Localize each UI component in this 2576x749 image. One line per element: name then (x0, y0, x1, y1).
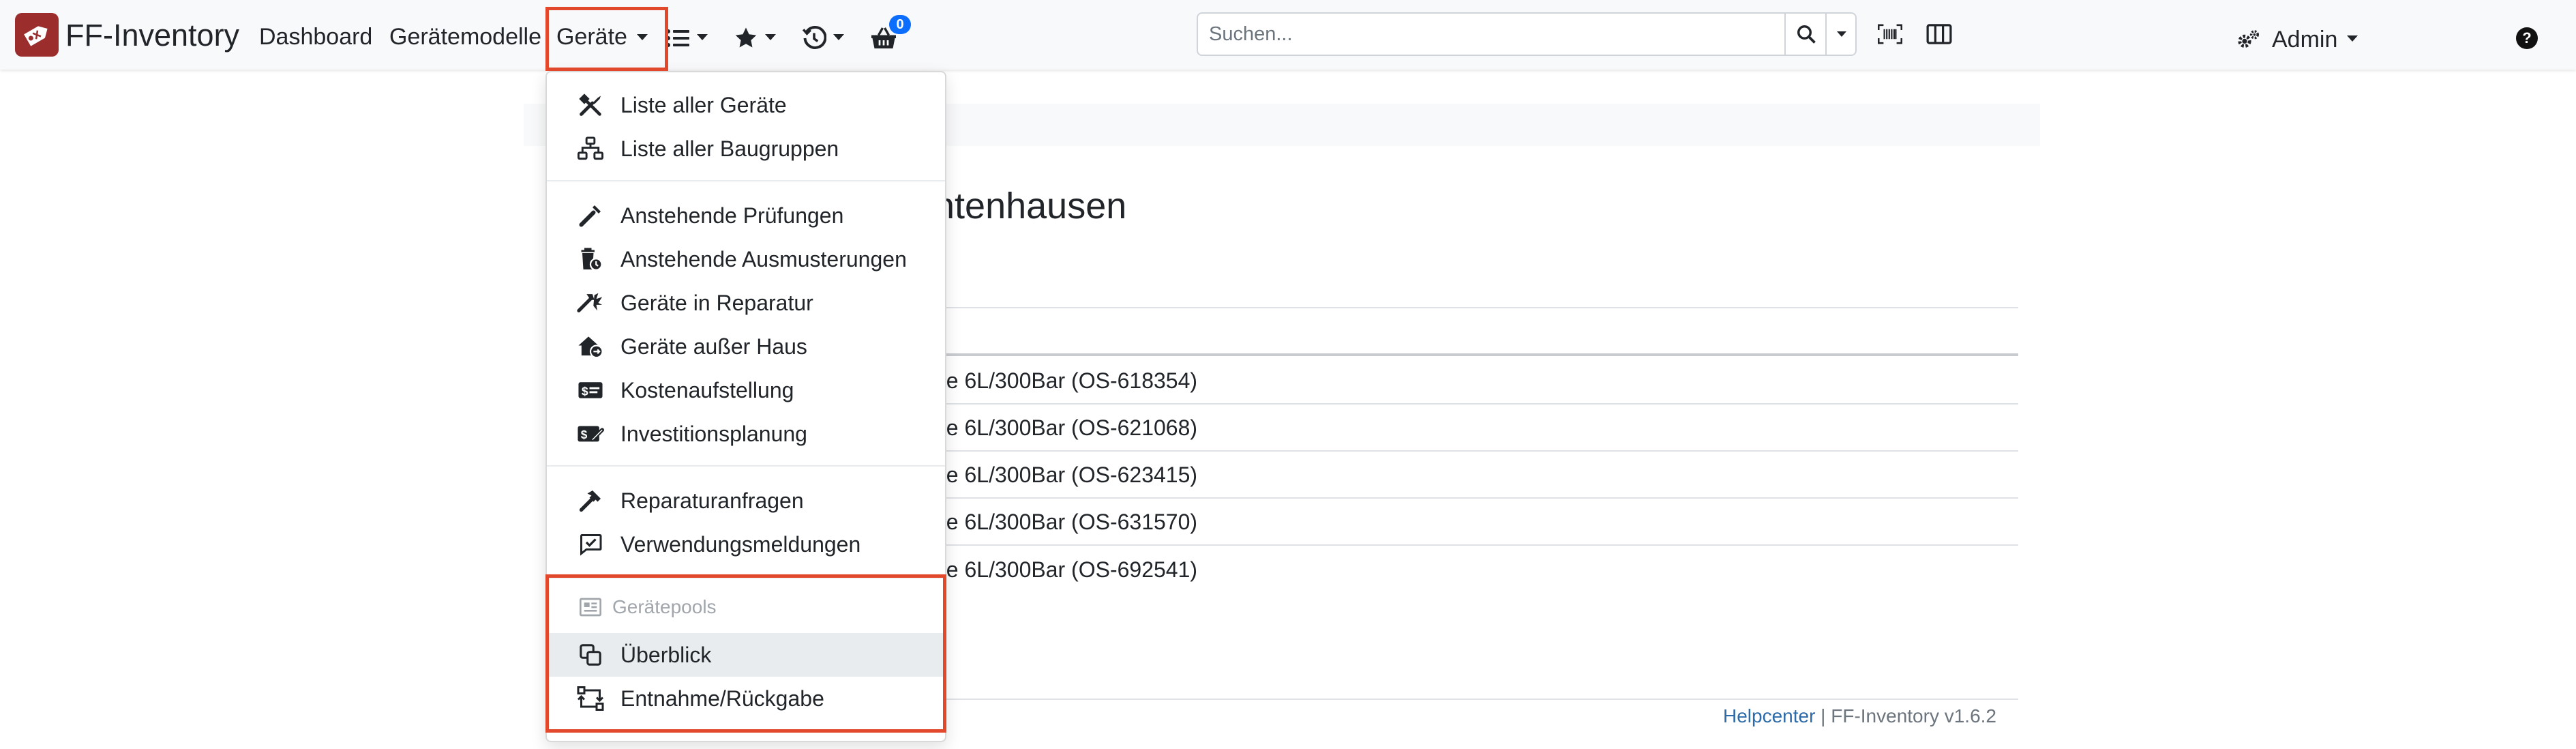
menu-divider (547, 180, 945, 181)
chevron-down-icon (765, 33, 776, 40)
columns-button[interactable] (1917, 15, 1961, 53)
brand-name[interactable]: FF-Inventory (65, 16, 239, 55)
menu-item-investitionsplanung[interactable]: $ Investitionsplanung (547, 412, 945, 456)
svg-text:$: $ (581, 428, 588, 441)
history-icon (802, 26, 826, 49)
page-title: ntenhausen (934, 186, 1127, 226)
help-icon[interactable]: ? (2516, 27, 2538, 49)
highlight-geraetepools-section (545, 574, 946, 733)
search-icon (1797, 25, 1816, 44)
user-menu[interactable]: Admin (2236, 25, 2358, 55)
menu-item-liste-aller-baugruppen[interactable]: Liste aller Baugruppen (547, 127, 945, 171)
chevron-down-icon (833, 33, 844, 40)
menu-item-verwendungsmeldungen[interactable]: Verwendungsmeldungen (547, 523, 945, 566)
top-navbar: FF-Inventory Dashboard Gerätemodelle Ger… (0, 0, 2576, 70)
helpcenter-link[interactable]: Helpcenter (1723, 705, 1815, 726)
table-row[interactable]: ne 6L/300Bar (OS-692541) (934, 555, 1197, 585)
chevron-down-icon (697, 33, 708, 40)
table-row[interactable]: ne 6L/300Bar (OS-631570) (934, 507, 1197, 537)
nav-dashboard[interactable]: Dashboard (259, 22, 372, 52)
chevron-down-icon (2347, 35, 2358, 42)
menu-item-label: Anstehende Ausmusterungen (620, 247, 907, 271)
highlight-geraete-menu (545, 7, 668, 71)
sitemap-icon (577, 135, 604, 162)
money-edit-icon: $ (577, 420, 604, 447)
brand-logo-icon[interactable] (15, 13, 59, 57)
table-row[interactable]: ne 6L/300Bar (OS-618354) (934, 366, 1197, 396)
menu-item-reparaturanfragen[interactable]: Reparaturanfragen (547, 479, 945, 523)
table-row[interactable]: ne 6L/300Bar (OS-623415) (934, 460, 1197, 490)
trash-clock-icon (577, 246, 604, 273)
columns-icon (1926, 24, 1952, 44)
chevron-down-icon (1837, 31, 1846, 37)
menu-item-geraete-ausser-haus[interactable]: Geräte außer Haus (547, 325, 945, 368)
hammer-icon (577, 487, 604, 514)
nav-geraetemodelle[interactable]: Gerätemodelle (389, 22, 541, 52)
menu-item-label: Liste aller Baugruppen (620, 136, 839, 161)
repair-icon (577, 289, 604, 317)
menu-item-label: Investitionsplanung (620, 422, 807, 446)
menu-item-label: Geräte in Reparatur (620, 291, 813, 315)
menu-item-anstehende-ausmusterungen[interactable]: Anstehende Ausmusterungen (547, 237, 945, 281)
menu-item-label: Anstehende Prüfungen (620, 203, 844, 228)
tools-icon (577, 91, 604, 119)
menu-item-label: Kostenaufstellung (620, 378, 794, 402)
footer: Helpcenter | FF-Inventory v1.6.2 (1723, 704, 1996, 729)
svg-text:$: $ (582, 384, 588, 398)
menu-item-liste-aller-geraete[interactable]: Liste aller Geräte (547, 83, 945, 127)
wand-icon (577, 202, 604, 229)
menu-divider (547, 465, 945, 467)
menu-item-kostenaufstellung[interactable]: $ Kostenaufstellung (547, 368, 945, 412)
table-row[interactable]: ne 6L/300Bar (OS-621068) (934, 413, 1197, 443)
barcode-scan-button[interactable] (1868, 15, 1912, 53)
message-check-icon (577, 531, 604, 558)
menu-item-anstehende-pruefungen[interactable]: Anstehende Prüfungen (547, 194, 945, 237)
menu-item-label: Geräte außer Haus (620, 334, 807, 359)
search-group (1197, 12, 1857, 56)
history-dropdown[interactable] (802, 23, 844, 53)
footer-version: | FF-Inventory v1.6.2 (1815, 705, 1996, 726)
menu-item-geraete-in-reparatur[interactable]: Geräte in Reparatur (547, 281, 945, 325)
gears-icon (2238, 30, 2259, 48)
menu-item-label: Reparaturanfragen (620, 488, 804, 513)
list-dropdown[interactable] (665, 23, 708, 53)
menu-item-label: Verwendungsmeldungen (620, 532, 861, 557)
star-icon (735, 27, 757, 48)
search-options-button[interactable] (1825, 14, 1857, 55)
user-name: Admin (2272, 27, 2338, 53)
list-icon (666, 29, 689, 47)
barcode-scan-icon (1878, 24, 1902, 44)
favorites-dropdown[interactable] (734, 23, 776, 53)
menu-item-label: Liste aller Geräte (620, 93, 787, 117)
money-card-icon: $ (577, 377, 604, 404)
search-input[interactable] (1198, 14, 1784, 55)
basket-count-badge: 0 (889, 15, 911, 34)
house-out-icon (577, 333, 604, 360)
search-button[interactable] (1784, 14, 1827, 55)
